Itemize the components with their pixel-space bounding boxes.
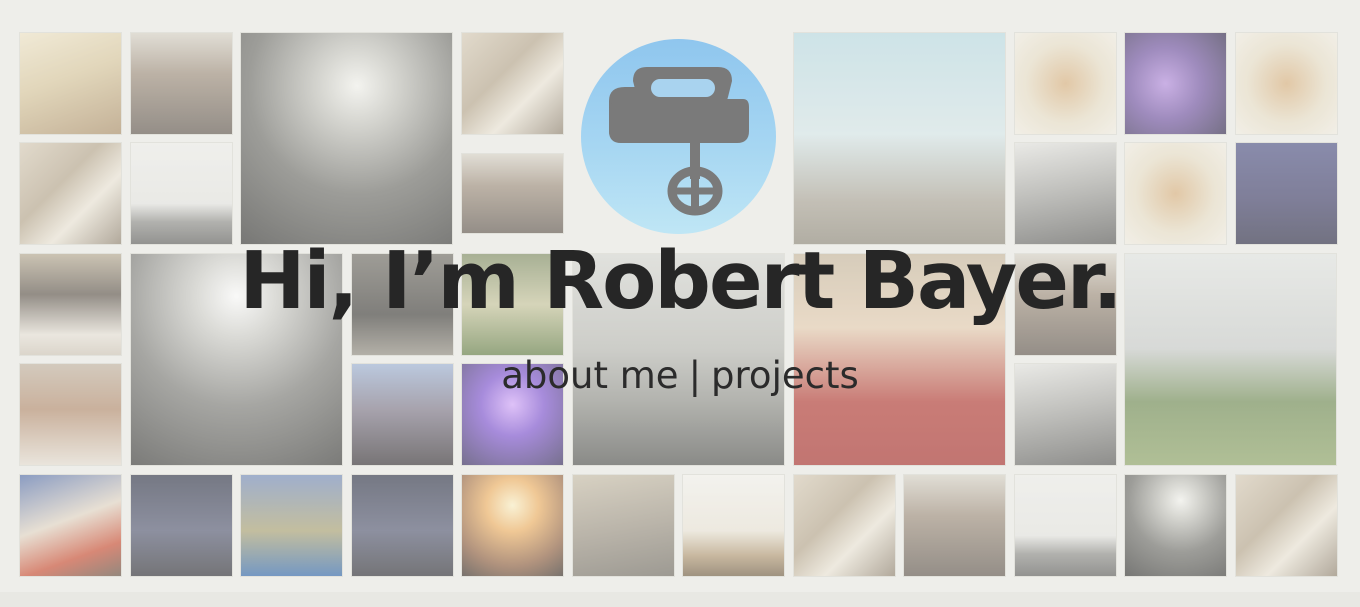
hero-nav: about me | projects bbox=[0, 352, 1360, 400]
photo-group-friends bbox=[461, 153, 564, 234]
photo-dirt-bikers bbox=[461, 32, 564, 135]
photo-food-plate bbox=[1235, 32, 1338, 135]
photo-motorcycle-riders bbox=[130, 32, 233, 135]
photo-concert-stage-2 bbox=[1124, 474, 1227, 577]
photo-kids-party bbox=[19, 474, 122, 577]
projects-link[interactable]: projects bbox=[711, 354, 859, 397]
photo-rock-hikers-2 bbox=[793, 474, 896, 577]
hand-mixer-icon bbox=[609, 67, 749, 216]
photo-silhouette-hill-2 bbox=[1014, 474, 1117, 577]
nav-separator: | bbox=[688, 354, 702, 397]
photo-stage-lights bbox=[461, 474, 564, 577]
photo-road-rider bbox=[572, 474, 675, 577]
photo-motorcycle-sunset bbox=[19, 32, 122, 135]
photo-motorcycle-riders-2 bbox=[903, 474, 1006, 577]
logo[interactable] bbox=[581, 39, 776, 234]
photo-couple-restaurant bbox=[1014, 32, 1117, 135]
about-me-link[interactable]: about me bbox=[501, 354, 678, 397]
photo-purple-concert bbox=[1124, 32, 1227, 135]
photo-city-bay-view bbox=[793, 32, 1006, 245]
photo-concert-stage bbox=[240, 32, 453, 245]
photo-dirt-bikers-2 bbox=[1235, 474, 1338, 577]
photo-motorcycle-white bbox=[682, 474, 785, 577]
photo-arcade-sign bbox=[130, 474, 233, 577]
photo-concert-crowd bbox=[351, 474, 454, 577]
hero-title: Hi, I’m Robert Bayer. bbox=[239, 235, 1122, 327]
photo-selfie-man bbox=[240, 474, 343, 577]
page-bottom-edge bbox=[0, 592, 1360, 607]
